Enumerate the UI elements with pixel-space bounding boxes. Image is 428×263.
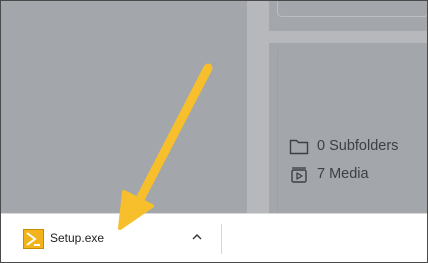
- subfolder-count: 0 Subfolders: [289, 136, 398, 156]
- column-gutter: [247, 1, 269, 213]
- setup-file-icon: [23, 229, 44, 249]
- media-icon: [291, 167, 307, 183]
- folder-card[interactable]: [277, 46, 427, 213]
- download-bar: Setup.exe: [1, 213, 427, 262]
- download-file-name: Setup.exe: [50, 231, 105, 245]
- folder-card-top[interactable]: [277, 1, 427, 17]
- media-count-label: 7 Media: [317, 166, 369, 182]
- download-separator: [221, 224, 222, 254]
- chevron-up-icon[interactable]: [191, 232, 203, 242]
- subfolder-count-label: 0 Subfolders: [317, 138, 399, 154]
- row-gutter: [269, 31, 427, 43]
- screenshot-frame: 0 Subfolders 7 Media Setup.exe: [0, 0, 428, 263]
- download-item[interactable]: Setup.exe: [1, 214, 221, 262]
- folder-icon: [289, 139, 309, 154]
- media-count: 7 Media: [289, 164, 369, 184]
